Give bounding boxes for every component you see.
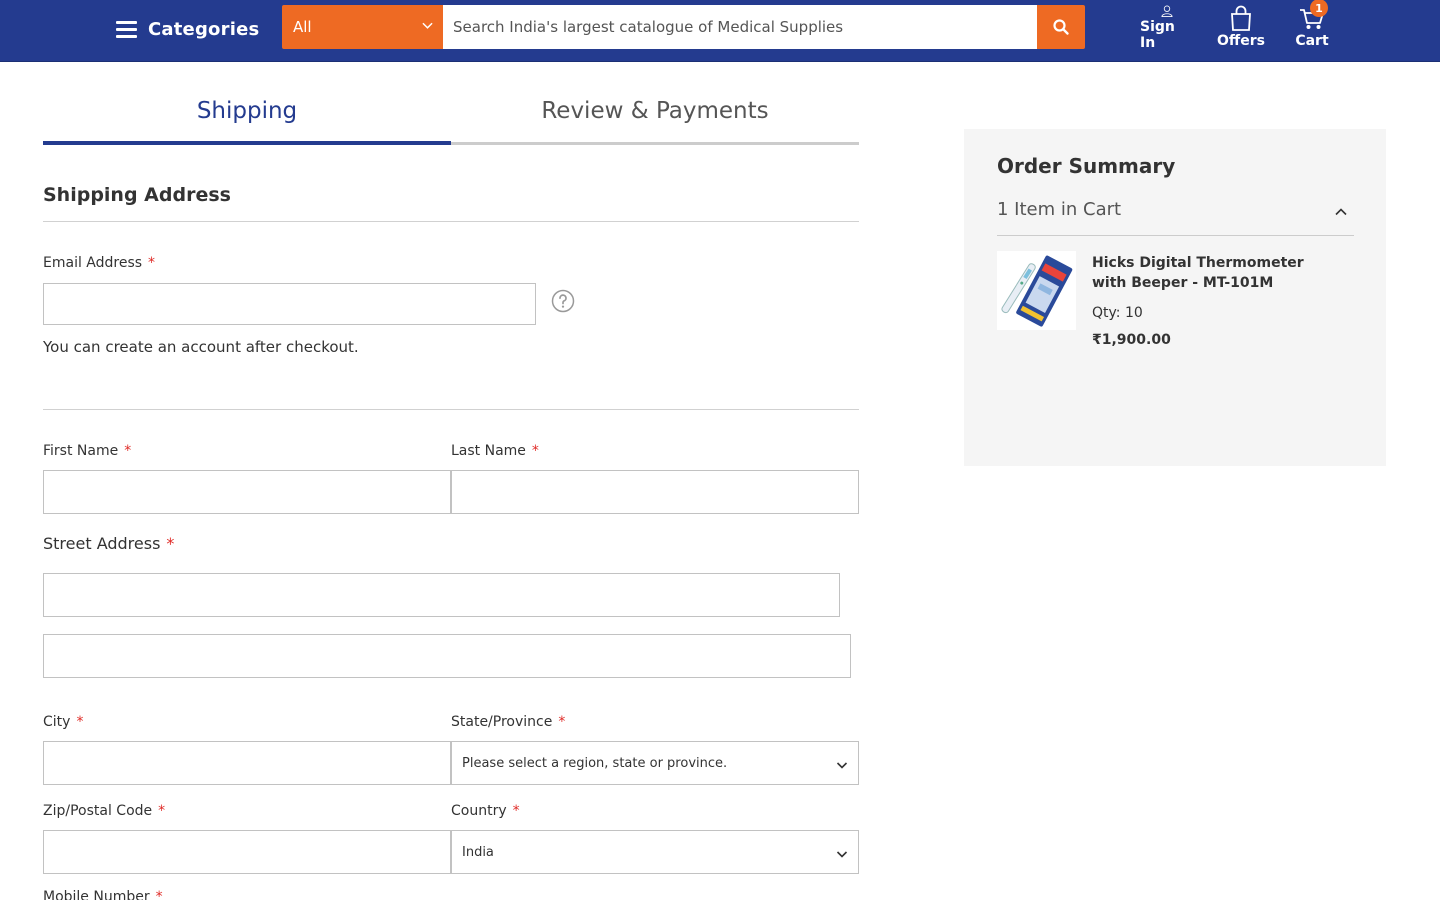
zip-label: Zip/Postal Code * (43, 803, 166, 819)
email-field[interactable] (43, 283, 536, 325)
state-select-value: Please select a region, state or provinc… (462, 755, 728, 771)
summary-divider (997, 235, 1354, 236)
email-label: Email Address * (43, 255, 156, 271)
product-thumbnail[interactable] (997, 251, 1076, 330)
order-summary: Order Summary 1 Item in Cart Hicks Digit… (964, 129, 1386, 466)
progress-bar-active (43, 141, 451, 145)
required-marker: * (124, 443, 132, 459)
thermometer-package-image (997, 251, 1076, 330)
state-label: State/Province * (451, 714, 566, 730)
search-bar: All (282, 5, 1085, 49)
required-marker: * (558, 714, 566, 730)
country-label: Country * (451, 803, 520, 819)
sign-in-link[interactable]: Sign In (1140, 5, 1194, 51)
tab-review-payments-label: Review & Payments (541, 98, 769, 124)
product-price: ₹1,900.00 (1092, 332, 1171, 348)
items-in-cart-count: 1 Item in Cart (997, 199, 1122, 220)
help-icon[interactable] (551, 289, 575, 313)
chevron-up-icon (1335, 208, 1347, 216)
offers-link[interactable]: Offers (1215, 5, 1267, 51)
tab-review-payments[interactable]: Review & Payments (451, 98, 859, 146)
categories-label: Categories (148, 18, 260, 40)
zip-field[interactable] (43, 830, 451, 874)
country-select[interactable]: India (451, 830, 859, 874)
user-icon (1161, 5, 1173, 17)
street-address-line1-field[interactable] (43, 573, 840, 617)
first-name-label: First Name * (43, 443, 132, 459)
search-category-select[interactable]: All (282, 5, 443, 49)
chevron-down-icon (422, 22, 433, 29)
required-marker: * (76, 714, 84, 730)
city-field[interactable] (43, 741, 451, 785)
items-in-cart-toggle[interactable]: 1 Item in Cart (997, 199, 1354, 235)
state-select[interactable]: Please select a region, state or provinc… (451, 741, 859, 785)
required-marker: * (155, 889, 163, 900)
email-note: You can create an account after checkout… (43, 338, 359, 356)
search-input[interactable] (443, 5, 1037, 49)
section-divider (43, 221, 859, 222)
shipping-address-title: Shipping Address (43, 184, 231, 206)
chevron-down-icon (836, 762, 848, 769)
site-header: Categories All Sign In Offers 1 Cart (0, 0, 1440, 62)
tab-shipping[interactable]: Shipping (43, 98, 451, 146)
section-divider (43, 409, 859, 410)
street-address-line2-field[interactable] (43, 634, 851, 678)
shopping-bag-icon (1231, 5, 1251, 31)
required-marker: * (158, 803, 166, 819)
required-marker: * (166, 534, 175, 553)
hamburger-icon (116, 20, 137, 38)
last-name-field[interactable] (451, 470, 859, 514)
categories-menu-button[interactable]: Categories (116, 14, 259, 44)
first-name-field[interactable] (43, 470, 451, 514)
required-marker: * (148, 255, 156, 271)
street-address-label: Street Address * (43, 534, 175, 553)
chevron-down-icon (836, 851, 848, 858)
order-summary-title: Order Summary (997, 154, 1176, 178)
cart-label: Cart (1295, 33, 1329, 49)
offers-label: Offers (1217, 33, 1265, 49)
cart-link[interactable]: 1 Cart (1290, 0, 1334, 51)
last-name-label: Last Name * (451, 443, 539, 459)
product-qty: Qty: 10 (1092, 305, 1143, 321)
search-category-value: All (293, 18, 312, 36)
progress-bar-inactive (451, 142, 859, 145)
city-label: City * (43, 714, 84, 730)
search-button[interactable] (1037, 5, 1085, 49)
required-marker: * (512, 803, 520, 819)
mobile-label: Mobile Number * (43, 889, 163, 900)
sign-in-label: Sign In (1140, 19, 1175, 51)
search-icon (1053, 19, 1069, 35)
product-name[interactable]: Hicks Digital Thermometer with Beeper - … (1092, 253, 1342, 293)
tab-shipping-label: Shipping (196, 98, 298, 124)
country-select-value: India (462, 844, 494, 860)
required-marker: * (531, 443, 539, 459)
